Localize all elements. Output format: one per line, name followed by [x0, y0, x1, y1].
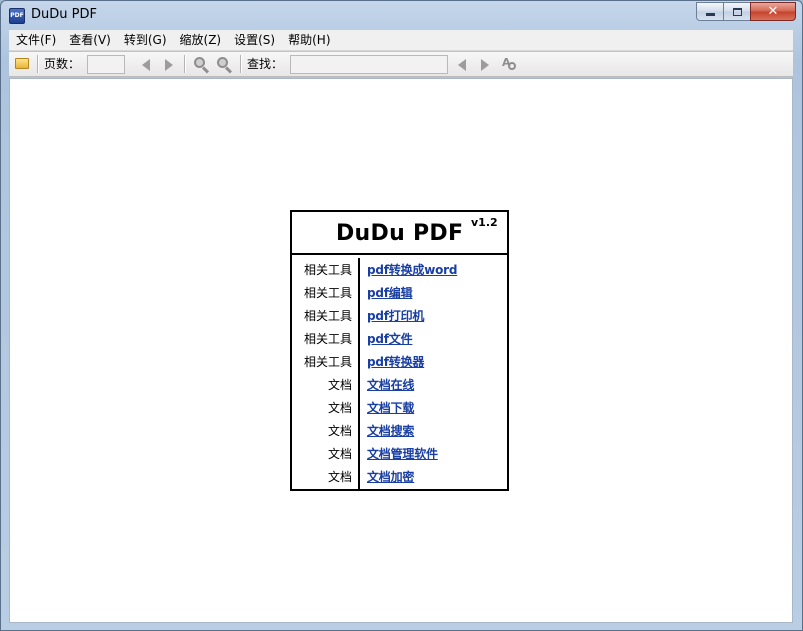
find-input[interactable] [290, 55, 448, 74]
about-header: DuDu PDF v1.2 [292, 212, 507, 255]
about-title: DuDu PDF [336, 221, 464, 246]
window-controls: ✕ [696, 2, 796, 21]
list-item: 相关工具 pdf编辑 [292, 281, 507, 304]
link-pdf-file[interactable]: pdf文件 [367, 330, 413, 347]
maximize-button[interactable] [723, 2, 751, 21]
zoom-in-icon[interactable] [194, 57, 210, 74]
link-docs-search[interactable]: 文档搜索 [367, 422, 414, 439]
list-item: 文档 文档加密 [292, 465, 507, 488]
toolbar-separator [240, 55, 242, 73]
category-label: 文档 [327, 378, 352, 392]
close-button[interactable]: ✕ [750, 2, 796, 21]
category-label: 文档 [327, 401, 352, 415]
list-item: 文档 文档在线 [292, 373, 507, 396]
find-label: 查找： [247, 57, 284, 71]
minimize-icon [705, 13, 715, 16]
category-label: 相关工具 [303, 263, 352, 277]
toolbar-separator [184, 55, 186, 73]
category-label: 相关工具 [303, 309, 352, 323]
menu-goto[interactable]: 转到(G) [117, 31, 173, 50]
zoom-out-icon[interactable] [217, 57, 233, 74]
minimize-button[interactable] [696, 2, 724, 21]
link-pdf-edit[interactable]: pdf编辑 [367, 284, 413, 301]
open-folder-icon[interactable] [15, 58, 29, 69]
about-panel: DuDu PDF v1.2 相关工具 pdf转换成word 相关工具 pdf编辑… [290, 210, 509, 491]
list-item: 文档 文档管理软件 [292, 442, 507, 465]
version-label: v1.2 [471, 216, 498, 229]
toolbar: 页数： 查找： A [9, 52, 793, 77]
close-icon: ✕ [767, 4, 779, 19]
list-divider [358, 258, 360, 490]
app-window: PDF DuDu PDF ✕ 文件(F) 查看(V) 转到(G) 缩放(Z) 设… [0, 0, 803, 631]
link-pdf-printer[interactable]: pdf打印机 [367, 307, 424, 324]
list-item: 相关工具 pdf转换成word [292, 258, 507, 281]
find-text-icon[interactable]: A [502, 56, 518, 73]
menu-help[interactable]: 帮助(H) [281, 31, 336, 50]
link-docs-management[interactable]: 文档管理软件 [367, 445, 438, 462]
list-item: 相关工具 pdf转换器 [292, 350, 507, 373]
link-pdf-converter[interactable]: pdf转换器 [367, 353, 424, 370]
link-docs-online[interactable]: 文档在线 [367, 376, 414, 393]
category-label: 文档 [327, 470, 352, 484]
category-label: 文档 [327, 424, 352, 438]
next-page-icon[interactable] [165, 59, 173, 71]
page-number-input[interactable] [87, 55, 125, 74]
menu-zoom[interactable]: 缩放(Z) [173, 31, 228, 50]
find-previous-icon[interactable] [458, 59, 466, 71]
title-bar[interactable]: PDF DuDu PDF ✕ [1, 1, 802, 29]
page-label: 页数： [44, 57, 81, 71]
document-area[interactable]: DuDu PDF v1.2 相关工具 pdf转换成word 相关工具 pdf编辑… [9, 78, 793, 623]
menu-file[interactable]: 文件(F) [9, 31, 62, 50]
maximize-icon [732, 7, 742, 16]
menu-settings[interactable]: 设置(S) [227, 31, 281, 50]
list-item: 文档 文档下载 [292, 396, 507, 419]
category-label: 相关工具 [303, 286, 352, 300]
category-label: 文档 [327, 447, 352, 461]
category-label: 相关工具 [303, 355, 352, 369]
link-pdf-to-word[interactable]: pdf转换成word [367, 261, 457, 278]
list-item: 相关工具 pdf打印机 [292, 304, 507, 327]
links-list: 相关工具 pdf转换成word 相关工具 pdf编辑 相关工具 pdf打印机 相… [292, 255, 507, 490]
menu-view[interactable]: 查看(V) [62, 31, 117, 50]
toolbar-separator [37, 55, 39, 73]
previous-page-icon[interactable] [142, 59, 150, 71]
category-label: 相关工具 [303, 332, 352, 346]
window-title: DuDu PDF [31, 7, 97, 22]
link-docs-encrypt[interactable]: 文档加密 [367, 468, 414, 485]
find-next-icon[interactable] [481, 59, 489, 71]
list-item: 文档 文档搜索 [292, 419, 507, 442]
menu-bar: 文件(F) 查看(V) 转到(G) 缩放(Z) 设置(S) 帮助(H) [9, 30, 793, 51]
list-item: 相关工具 pdf文件 [292, 327, 507, 350]
pdf-app-icon[interactable]: PDF [9, 8, 25, 24]
link-docs-download[interactable]: 文档下载 [367, 399, 414, 416]
